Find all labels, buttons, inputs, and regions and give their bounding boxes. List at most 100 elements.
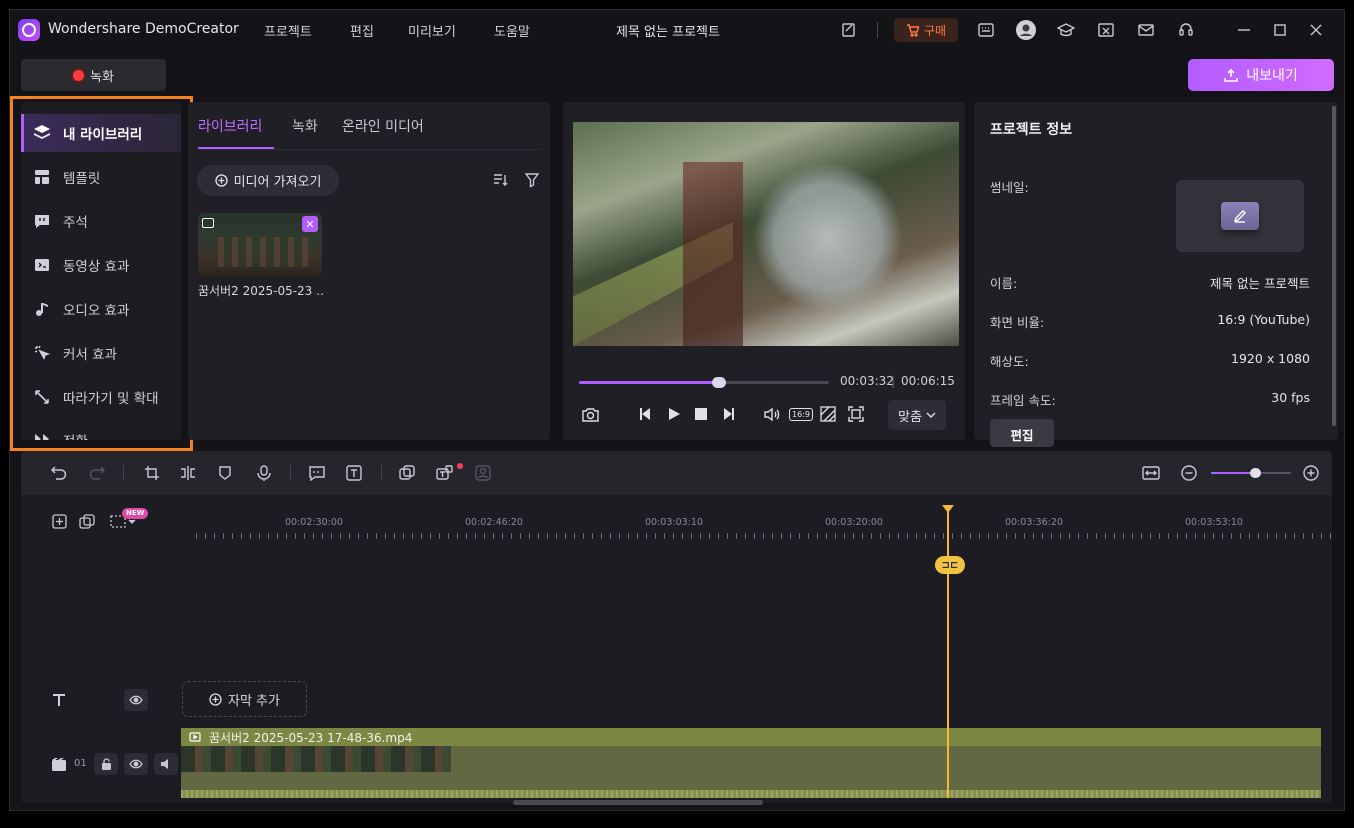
menu-help[interactable]: 도움말 <box>494 21 530 40</box>
export-button[interactable]: 내보내기 <box>1188 59 1334 91</box>
timeline-ruler[interactable]: 00:02:30:00 00:02:46:20 00:03:03:10 00:0… <box>191 507 1332 539</box>
sidebar-item-label: 커서 효과 <box>63 347 117 363</box>
title-separator <box>877 22 878 38</box>
sidebar-item-video-effects[interactable]: 동영상 효과 <box>21 246 181 284</box>
undo-icon[interactable] <box>49 463 69 483</box>
zoom-out-icon[interactable] <box>1179 463 1199 483</box>
fullscreen-icon[interactable] <box>846 404 866 424</box>
sidebar-item-audio-effects[interactable]: 오디오 효과 <box>21 290 181 328</box>
previous-frame-icon[interactable] <box>636 404 656 424</box>
sidebar-item-transition[interactable]: 전환 <box>21 422 181 440</box>
project-thumbnail[interactable] <box>1176 180 1304 252</box>
safe-zone-icon[interactable] <box>818 404 838 424</box>
copy-track-icon[interactable] <box>77 511 97 531</box>
add-subtitle-button[interactable]: 자막 추가 <box>182 681 307 717</box>
text-icon[interactable] <box>344 463 364 483</box>
keyboard-icon[interactable] <box>976 20 996 40</box>
microphone-icon[interactable] <box>254 463 274 483</box>
track-visibility-icon[interactable] <box>124 753 148 775</box>
minimize-icon[interactable] <box>1234 20 1254 40</box>
sort-icon[interactable] <box>490 170 510 190</box>
zoom-slider-handle[interactable] <box>1250 468 1261 478</box>
playback-progress-bar[interactable] <box>579 377 829 388</box>
marker-icon[interactable] <box>215 463 235 483</box>
menu-project[interactable]: 프로젝트 <box>264 21 312 40</box>
project-title: 제목 없는 프로젝트 <box>616 25 720 40</box>
split-icon[interactable] <box>178 463 198 483</box>
track-mute-icon[interactable] <box>154 753 178 775</box>
screenshot-icon[interactable] <box>580 404 600 424</box>
sidebar-item-cursor-effects[interactable]: 커서 효과 <box>21 334 181 372</box>
import-media-label: 미디어 가져오기 <box>233 175 322 190</box>
aspect-ratio-icon[interactable]: 16:9 <box>789 404 813 424</box>
sidebar-item-label: 주석 <box>63 215 88 231</box>
toolbar-separator <box>290 465 291 481</box>
tab-recording[interactable]: 녹화 <box>292 116 318 136</box>
timeline-scrollbar[interactable] <box>513 800 763 805</box>
resolution-label: 해상도: <box>990 354 1029 369</box>
support-icon[interactable] <box>1176 20 1196 40</box>
tab-library[interactable]: 라이브러리 <box>198 116 262 136</box>
edit-button[interactable]: 편집 <box>990 419 1054 447</box>
layers-icon <box>33 124 51 142</box>
video-clip[interactable]: 꿈서버2 2025-05-23 17-48-36.mp4 <box>181 728 1321 798</box>
avatar-icon[interactable] <box>473 463 493 483</box>
sidebar-item-label: 따라가기 및 확대 <box>63 391 159 407</box>
crop-icon[interactable] <box>142 463 162 483</box>
redo-icon[interactable] <box>87 463 107 483</box>
sidebar-item-zoom-pan[interactable]: 따라가기 및 확대 <box>21 378 181 416</box>
zoom-in-icon[interactable] <box>1301 463 1321 483</box>
toolbar-separator <box>123 465 124 481</box>
time-separator: | <box>891 374 896 388</box>
maximize-icon[interactable] <box>1270 20 1290 40</box>
menu-preview[interactable]: 미리보기 <box>408 21 456 40</box>
add-track-icon[interactable] <box>49 511 69 531</box>
plus-circle-icon <box>209 692 222 706</box>
track-lock-icon[interactable] <box>94 753 118 775</box>
play-icon[interactable] <box>664 404 684 424</box>
mail-icon[interactable] <box>1136 20 1156 40</box>
sidebar-item-label: 템플릿 <box>63 171 101 187</box>
stop-icon[interactable] <box>691 404 711 424</box>
import-media-button[interactable]: 미디어 가져오기 <box>197 165 339 196</box>
fit-dropdown[interactable]: 맞춤 <box>888 400 946 430</box>
filter-icon[interactable] <box>522 170 542 190</box>
preview-panel: 00:03:32 | 00:06:15 16:9 맞춤 <box>563 102 965 440</box>
toolbar-separator <box>381 465 382 481</box>
zoom-slider[interactable] <box>1211 468 1291 478</box>
feedback-icon[interactable] <box>839 20 859 40</box>
buy-button[interactable]: 구매 <box>894 18 958 42</box>
plus-circle-icon <box>214 174 228 187</box>
tutorial-icon[interactable] <box>1056 20 1076 40</box>
thumbnail-label: 썸네일: <box>990 180 1029 195</box>
ruler-tick-label: 00:02:30:00 <box>285 517 343 528</box>
playback-progress-handle[interactable] <box>712 377 726 388</box>
info-scrollbar[interactable] <box>1332 106 1336 426</box>
video-track-icon <box>47 753 71 775</box>
fit-timeline-icon[interactable] <box>1141 463 1161 483</box>
playhead-split-button[interactable]: ⊐⊏ <box>935 556 965 574</box>
record-button[interactable]: 녹화 <box>21 59 166 91</box>
media-library-panel: 라이브러리 녹화 온라인 미디어 미디어 가져오기 ✕ 꿈서버2 2025-05… <box>188 102 550 440</box>
sidebar-item-templates[interactable]: 템플릿 <box>21 158 181 196</box>
tools-icon[interactable] <box>1096 20 1116 40</box>
media-thumbnail[interactable]: ✕ <box>198 213 322 277</box>
close-icon[interactable] <box>1306 20 1326 40</box>
chevron-down-icon <box>926 412 936 418</box>
group-icon[interactable] <box>397 463 417 483</box>
volume-icon[interactable] <box>762 404 782 424</box>
menu-edit[interactable]: 편집 <box>350 21 374 40</box>
account-icon[interactable] <box>1016 20 1036 40</box>
caption-icon[interactable] <box>307 463 327 483</box>
tab-online-media[interactable]: 온라인 미디어 <box>342 116 424 136</box>
video-preview[interactable] <box>573 122 959 346</box>
template-icon <box>33 168 51 186</box>
ai-text-icon[interactable] <box>435 463 455 483</box>
sidebar-item-label: 오디오 효과 <box>63 303 130 319</box>
sidebar-item-annotation[interactable]: 주석 <box>21 202 181 240</box>
playhead[interactable] <box>947 508 949 798</box>
buy-label: 구매 <box>923 23 947 38</box>
next-frame-icon[interactable] <box>718 404 738 424</box>
text-track-visibility-icon[interactable] <box>124 689 148 711</box>
sidebar-item-my-library[interactable]: 내 라이브러리 <box>21 114 181 152</box>
